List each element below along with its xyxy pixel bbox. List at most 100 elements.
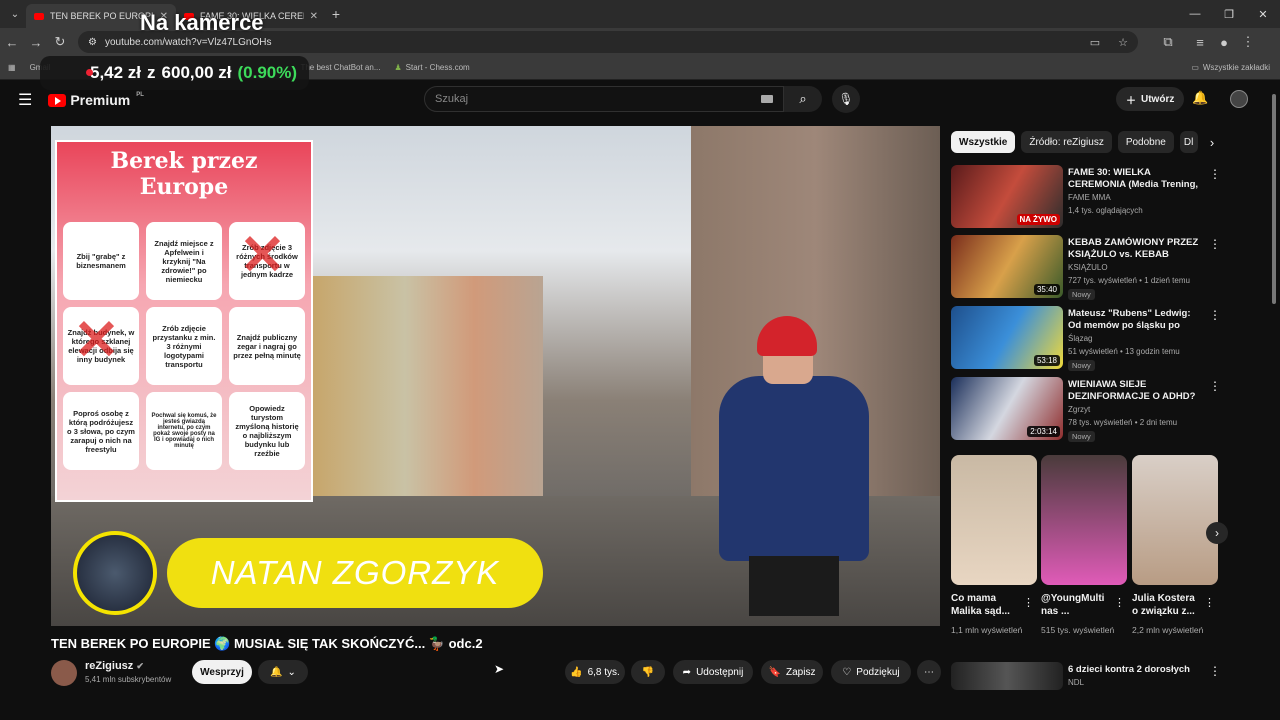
close-tab-icon[interactable]: ✕ xyxy=(310,11,318,22)
thanks-button[interactable]: ♡ Podziękuj xyxy=(831,660,911,684)
chip-all[interactable]: Wszystkie xyxy=(951,131,1016,153)
share-icon: ➦ xyxy=(682,666,692,678)
new-tab-icon[interactable]: + xyxy=(326,6,346,22)
omnibox-actions: ▭ ☆ xyxy=(1090,36,1138,49)
keyboard-icon[interactable] xyxy=(761,95,773,103)
recommendation-item[interactable]: 6 dzieci kontra 2 dorosłych NDL ⋮ xyxy=(951,662,1221,690)
recommendation-title: Mateusz "Rubens" Ledwig: Od memów po ślą… xyxy=(1068,308,1191,331)
bookmark-chatbot[interactable]: The best ChatBot an... xyxy=(300,63,380,72)
tab-search-icon[interactable]: ⌄ xyxy=(4,3,26,25)
short-thumbnail[interactable] xyxy=(1041,455,1127,585)
more-actions-button[interactable]: ⋯ xyxy=(917,660,941,684)
shorts-shelf: › Co mama Malika sąd... ⋮ 1,1 mln wyświe… xyxy=(951,455,1228,655)
challenge-task: Opowiedz turystom zmyśloną historię o na… xyxy=(229,392,305,470)
support-button[interactable]: Wesprzyj xyxy=(192,660,252,684)
recommendation-thumbnail[interactable]: NA ŻYWO xyxy=(951,165,1063,228)
minimize-icon[interactable]: — xyxy=(1178,8,1212,21)
kebab-menu-icon[interactable]: ⋮ xyxy=(1209,664,1221,678)
recommendation-channel: KSIĄŻULO xyxy=(1068,263,1108,272)
new-badge: Nowy xyxy=(1068,360,1095,371)
extensions-icon[interactable]: ⧉ xyxy=(1156,34,1180,50)
browser-menu-icon[interactable]: ⋮ xyxy=(1236,34,1260,50)
window-controls: — ❐ ✕ xyxy=(1178,8,1280,21)
voice-search-button[interactable]: 🎙 xyxy=(832,85,860,113)
site-info-icon[interactable]: ⚙ xyxy=(88,37,97,48)
search-button[interactable]: ⌕ xyxy=(784,86,822,112)
apps-icon[interactable]: ▦ xyxy=(8,63,16,72)
recommendation-item[interactable]: 35:40 KEBAB ZAMÓWIONY PRZEZ KSIĄŻULO vs.… xyxy=(951,235,1221,301)
cast-icon[interactable]: ▭ xyxy=(1090,36,1100,49)
duration-badge: 53:18 xyxy=(1033,355,1060,366)
kebab-menu-icon[interactable]: ⋮ xyxy=(1204,596,1215,609)
kebab-menu-icon[interactable]: ⋮ xyxy=(1209,308,1221,322)
kebab-menu-icon[interactable]: ⋮ xyxy=(1209,167,1221,181)
recommendation-thumbnail[interactable]: 2:03:14 xyxy=(951,377,1063,440)
scrollbar-thumb[interactable] xyxy=(1272,94,1276,304)
kebab-menu-icon[interactable]: ⋮ xyxy=(1209,237,1221,251)
recommendation-channel: NDL xyxy=(1068,678,1085,687)
kebab-menu-icon[interactable]: ⋮ xyxy=(1023,596,1034,609)
short-thumbnail[interactable] xyxy=(1132,455,1218,585)
like-button[interactable]: 👍 6,8 tys. xyxy=(565,660,625,684)
search-placeholder: Szukaj xyxy=(435,93,469,105)
short-thumbnail[interactable] xyxy=(951,455,1037,585)
forward-icon[interactable]: → xyxy=(24,35,48,50)
challenge-task: Poproś osobę z którą podróżujesz o 3 sło… xyxy=(63,392,139,470)
all-bookmarks[interactable]: ▭ Wszystkie zakładki xyxy=(1191,63,1270,72)
profile-icon[interactable]: ● xyxy=(1212,35,1236,50)
maximize-icon[interactable]: ❐ xyxy=(1212,8,1246,21)
share-label: Udostępnij xyxy=(696,666,744,678)
reload-icon[interactable]: ↻ xyxy=(48,34,72,50)
guide-menu-icon[interactable]: ☰ xyxy=(18,90,32,110)
recommendation-title: FAME 30: WIELKA CEREMONIA (Media Trening… xyxy=(1068,167,1199,190)
channel-name[interactable]: reZigiusz ✔ xyxy=(85,660,144,672)
thanks-icon: ♡ xyxy=(842,666,852,678)
video-player[interactable]: Berek przez Europe Zbij "grabę" z biznes… xyxy=(51,126,940,626)
chip-partial[interactable]: Dl xyxy=(1179,131,1198,153)
verified-icon: ✔ xyxy=(136,661,144,671)
bookmark-chess[interactable]: ♟ Start - Chess.com xyxy=(395,63,470,72)
page-scrollbar[interactable] xyxy=(1271,88,1277,688)
kebab-menu-icon[interactable]: ⋮ xyxy=(1209,379,1221,393)
save-label: Zapisz xyxy=(786,666,816,678)
chess-icon: ♟ xyxy=(394,63,402,72)
recommendation-thumbnail[interactable]: 53:18 xyxy=(951,306,1063,369)
notifications-bell-icon[interactable]: 🔔 xyxy=(1192,90,1208,106)
chip-source[interactable]: Źródło: reZigiusz xyxy=(1021,131,1112,153)
account-avatar[interactable] xyxy=(1230,90,1248,108)
shorts-next-icon[interactable]: › xyxy=(1206,522,1228,544)
duration-badge: 2:03:14 xyxy=(1027,426,1060,437)
challenge-task: Zrób zdjęcie przystanku z min. 3 różnymi… xyxy=(146,307,222,385)
challenge-card-title: Berek przez Europe xyxy=(110,148,258,200)
streamer-avatar xyxy=(73,531,157,615)
chevron-right-icon[interactable]: › xyxy=(1210,135,1214,150)
person-coat xyxy=(719,376,869,561)
recommendation-item[interactable]: NA ŻYWO FAME 30: WIELKA CEREMONIA (Media… xyxy=(951,165,1221,231)
recommendation-thumbnail[interactable]: 35:40 xyxy=(951,235,1063,298)
bookmark-star-icon[interactable]: ☆ xyxy=(1118,36,1128,49)
youtube-play-icon xyxy=(48,93,67,107)
channel-avatar[interactable] xyxy=(51,660,77,686)
thumbs-down-icon: 👎 xyxy=(641,666,655,678)
notifications-dropdown[interactable]: 🔔 ⌄ xyxy=(258,660,308,684)
recommendation-item[interactable]: 2:03:14 WIENIAWA SIEJE DEZINFORMACJE O A… xyxy=(951,377,1221,443)
kebab-menu-icon[interactable]: ⋮ xyxy=(1114,596,1125,609)
recommendation-title: WIENIAWA SIEJE DEZINFORMACJE O ADHD? ... xyxy=(1068,379,1196,402)
short-views: 2,2 mln wyświetleń xyxy=(1132,625,1204,635)
back-icon[interactable]: ← xyxy=(0,35,24,50)
create-button[interactable]: ＋ Utwórz xyxy=(1116,87,1185,111)
youtube-logo[interactable]: Premium PL xyxy=(48,92,144,108)
share-button[interactable]: ➦ Udostępnij xyxy=(673,660,753,684)
bell-icon: 🔔 xyxy=(270,666,283,678)
search-input[interactable]: Szukaj xyxy=(424,86,784,112)
video-frame-person xyxy=(719,316,869,616)
reading-list-icon[interactable]: ≡ xyxy=(1188,35,1212,50)
save-icon: 🔖 xyxy=(768,666,781,678)
recommendations-sidebar: Wszystkie Źródło: reZigiusz Podobne Dl ›… xyxy=(951,130,1228,690)
recommendation-item[interactable]: 53:18 Mateusz "Rubens" Ledwig: Od memów … xyxy=(951,306,1221,372)
close-window-icon[interactable]: ✕ xyxy=(1246,8,1280,21)
chip-similar[interactable]: Podobne xyxy=(1117,131,1174,153)
save-button[interactable]: 🔖 Zapisz xyxy=(761,660,823,684)
dislike-button[interactable]: 👎 xyxy=(631,660,665,684)
recommendation-thumbnail[interactable] xyxy=(951,662,1063,690)
